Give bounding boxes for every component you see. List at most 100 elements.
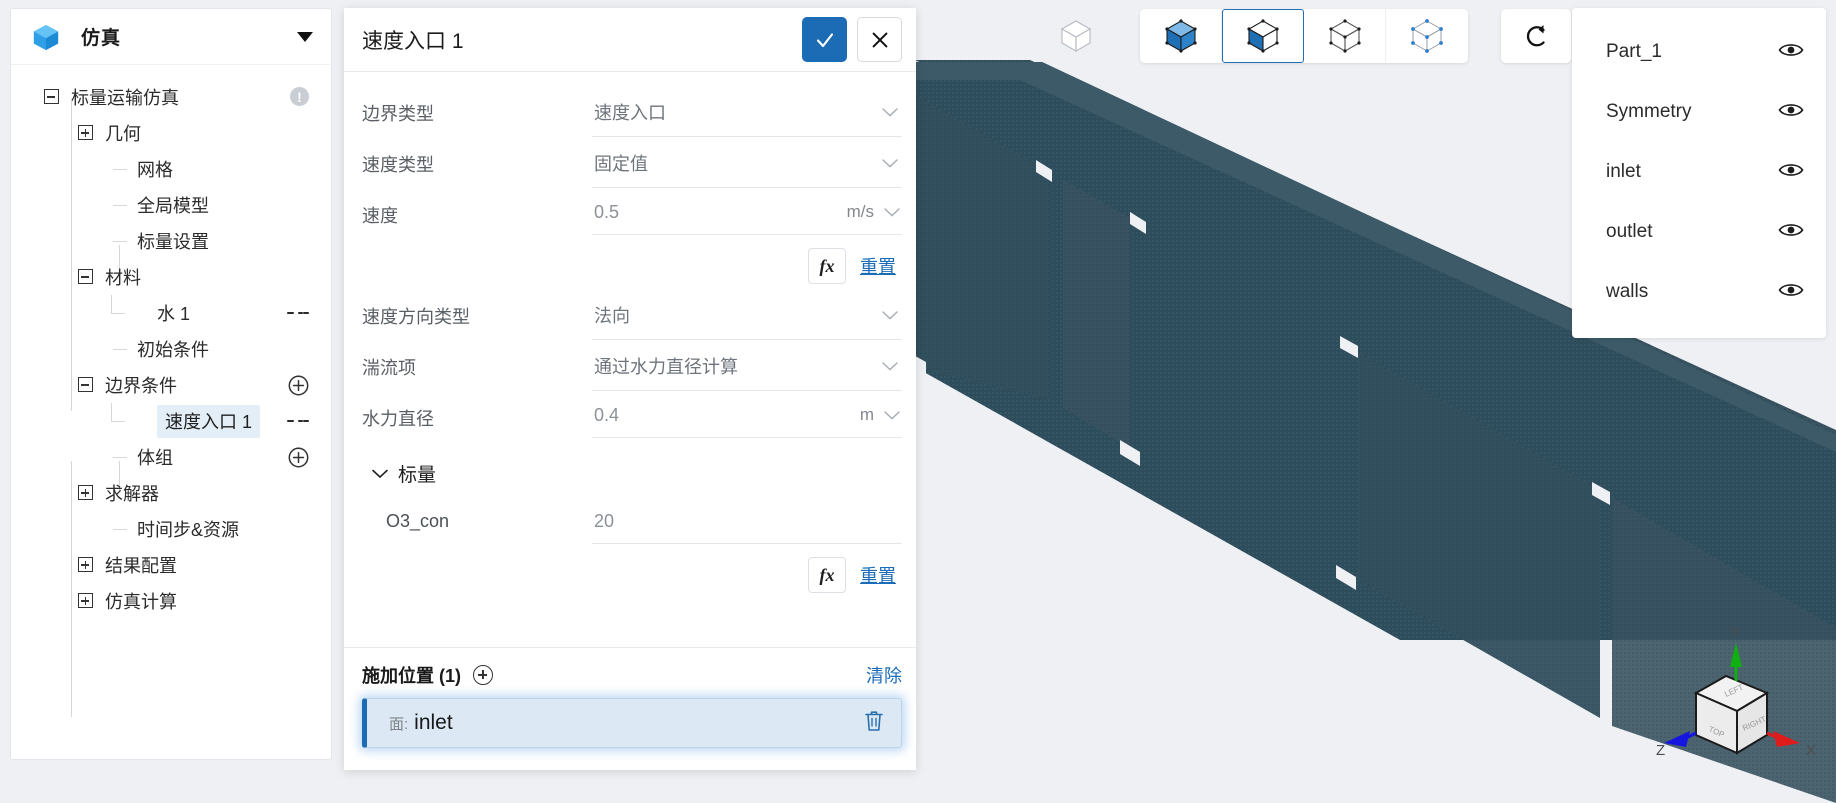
field-select[interactable]: 固定值 bbox=[592, 139, 902, 188]
field-select[interactable]: 通过水力直径计算 bbox=[592, 342, 902, 391]
tree-item[interactable]: 网格 bbox=[11, 151, 331, 187]
render-mode-wireframe[interactable] bbox=[1304, 9, 1386, 63]
tree-guide bbox=[113, 241, 127, 242]
reset-link[interactable]: 重置 bbox=[860, 253, 896, 279]
trash-icon[interactable] bbox=[863, 709, 885, 738]
field-label: 水力直径 bbox=[362, 409, 434, 429]
field-input[interactable]: 0.5 bbox=[592, 190, 832, 235]
expand-icon[interactable] bbox=[78, 557, 93, 572]
part-row[interactable]: Symmetry bbox=[1572, 82, 1826, 142]
expand-icon[interactable] bbox=[78, 593, 93, 608]
field-label: 边界类型 bbox=[362, 104, 434, 124]
tree-guide bbox=[111, 403, 112, 422]
scalar-input[interactable]: 20 bbox=[592, 499, 902, 544]
tree-item[interactable]: 标量运输仿真! bbox=[11, 79, 331, 115]
dialog-header: 速度入口 1 bbox=[344, 8, 916, 72]
reset-view-button[interactable] bbox=[1501, 9, 1571, 63]
wireframe-cube-icon[interactable] bbox=[1046, 9, 1106, 63]
unit-label: m/s bbox=[846, 202, 874, 221]
sidebar-header[interactable]: 仿真 bbox=[10, 8, 332, 64]
render-mode-shaded-edges[interactable] bbox=[1222, 9, 1304, 63]
tree-item-label: 初始条件 bbox=[137, 340, 209, 360]
eye-icon[interactable] bbox=[1778, 101, 1804, 124]
part-row[interactable]: Part_1 bbox=[1572, 22, 1826, 82]
selected-face-item[interactable]: 面: inlet bbox=[362, 698, 902, 748]
form-row: 边界类型 速度入口 bbox=[362, 88, 902, 139]
scalar-group-header[interactable]: 标量 bbox=[362, 444, 902, 499]
tree-item[interactable]: 时间步&资源 bbox=[11, 511, 331, 547]
plus-circle-icon[interactable] bbox=[473, 665, 493, 685]
part-name: Symmetry bbox=[1606, 101, 1692, 122]
shaded-cube-icon bbox=[1165, 19, 1197, 53]
fx-button[interactable]: fx bbox=[808, 248, 846, 284]
tree-item[interactable]: 水 1 bbox=[11, 295, 331, 331]
eye-icon[interactable] bbox=[1778, 221, 1804, 244]
boundary-condition-dialog: 速度入口 1 边界类型 速度入口 速度类型 固定值 速度 0.5 m/s fx 重置 bbox=[344, 8, 916, 770]
field-input[interactable]: 0.4 bbox=[592, 393, 832, 438]
unit-select[interactable]: m/s bbox=[832, 190, 902, 235]
fx-button[interactable]: fx bbox=[808, 557, 846, 593]
tree-item[interactable]: 全局模型 bbox=[11, 187, 331, 223]
render-mode-group bbox=[1140, 9, 1468, 63]
expand-icon[interactable] bbox=[78, 485, 93, 500]
tree-item[interactable]: 边界条件 bbox=[11, 367, 331, 403]
chevron-down-icon bbox=[884, 207, 900, 217]
points-cube-icon bbox=[1411, 19, 1443, 53]
reset-link[interactable]: 重置 bbox=[860, 562, 896, 588]
axis-gizmo[interactable]: LEFT TOP RIGHT Y X Z bbox=[1654, 621, 1826, 781]
field-select[interactable]: 速度入口 bbox=[592, 88, 902, 137]
menu-icon[interactable] bbox=[287, 410, 310, 432]
tree-guide bbox=[113, 529, 127, 530]
menu-icon[interactable] bbox=[287, 302, 310, 324]
chevron-down-icon[interactable] bbox=[297, 31, 313, 42]
tree-guide bbox=[71, 641, 72, 717]
collapse-icon[interactable] bbox=[44, 89, 59, 104]
tree-item[interactable]: 初始条件 bbox=[11, 331, 331, 367]
tree-guide bbox=[111, 295, 112, 314]
close-icon bbox=[872, 32, 887, 47]
tree-item[interactable]: 几何 bbox=[11, 115, 331, 151]
chevron-down-icon bbox=[884, 410, 900, 420]
render-mode-shaded[interactable] bbox=[1140, 9, 1222, 63]
dialog-footer: 施加位置 (1) 清除 面: inlet bbox=[344, 647, 916, 770]
field-label: 速度类型 bbox=[362, 155, 434, 175]
tree-item[interactable]: 仿真计算 bbox=[11, 583, 331, 619]
part-name: inlet bbox=[1606, 161, 1641, 182]
plus-circle-icon[interactable] bbox=[287, 446, 309, 468]
tree-item-label: 标量设置 bbox=[137, 232, 209, 252]
eye-icon[interactable] bbox=[1778, 41, 1804, 64]
clear-link[interactable]: 清除 bbox=[866, 662, 902, 688]
chevron-down-icon bbox=[882, 310, 898, 320]
field-select[interactable]: 法向 bbox=[592, 291, 902, 340]
tree-item-label: 仿真计算 bbox=[105, 592, 177, 612]
tree-item[interactable]: 体组 bbox=[11, 439, 331, 475]
part-row[interactable]: inlet bbox=[1572, 142, 1826, 202]
scalar-label: O3_con bbox=[386, 511, 450, 531]
tree-item[interactable]: 速度入口 1 bbox=[11, 403, 331, 439]
tree-item-label: 边界条件 bbox=[105, 376, 177, 396]
scalar-value: 20 bbox=[594, 510, 615, 531]
eye-icon[interactable] bbox=[1778, 281, 1804, 304]
tree-item[interactable]: 标量设置 bbox=[11, 223, 331, 259]
part-row[interactable]: outlet bbox=[1572, 202, 1826, 262]
expand-icon[interactable] bbox=[78, 125, 93, 140]
collapse-icon[interactable] bbox=[78, 377, 93, 392]
form-row: 速度方向类型 法向 bbox=[362, 291, 902, 342]
tree-item[interactable]: 求解器 bbox=[11, 475, 331, 511]
plus-circle-icon[interactable] bbox=[287, 374, 309, 396]
part-row[interactable]: walls bbox=[1572, 262, 1826, 322]
part-name: walls bbox=[1606, 281, 1649, 302]
tree-item[interactable]: 材料 bbox=[11, 259, 331, 295]
unit-select[interactable]: m bbox=[832, 393, 902, 438]
collapse-icon[interactable] bbox=[78, 269, 93, 284]
render-mode-points[interactable] bbox=[1386, 9, 1468, 63]
cancel-button[interactable] bbox=[857, 17, 902, 62]
tree-item-label: 材料 bbox=[105, 268, 141, 288]
gizmo-label-x: X bbox=[1806, 742, 1816, 759]
tree-item[interactable]: 结果配置 bbox=[11, 547, 331, 583]
eye-icon[interactable] bbox=[1778, 161, 1804, 184]
field-value: 固定值 bbox=[594, 154, 648, 174]
confirm-button[interactable] bbox=[802, 17, 847, 62]
part-name: outlet bbox=[1606, 221, 1653, 242]
scalar-group-label: 标量 bbox=[398, 465, 437, 486]
